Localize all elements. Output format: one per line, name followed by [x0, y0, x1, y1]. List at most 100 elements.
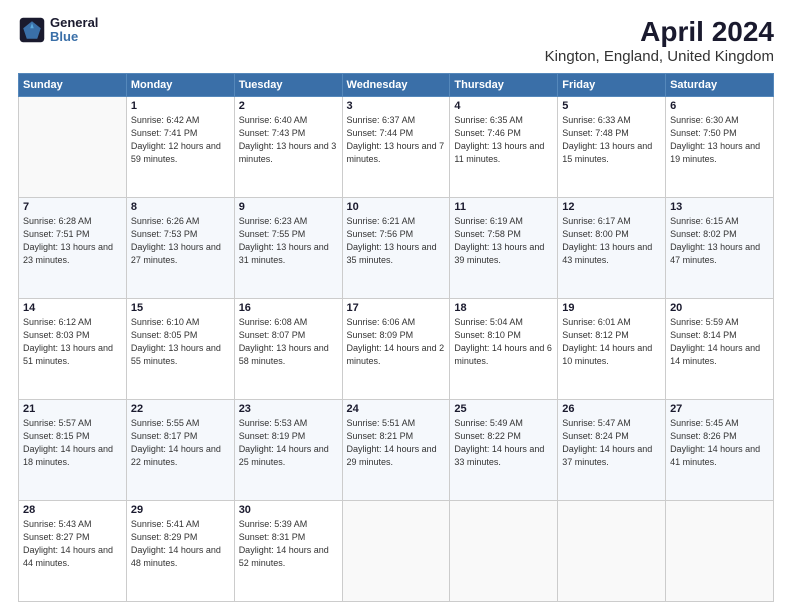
- calendar-cell: 3 Sunrise: 6:37 AMSunset: 7:44 PMDaylight…: [342, 97, 450, 198]
- day-info: Sunrise: 6:26 AMSunset: 7:53 PMDaylight:…: [131, 215, 230, 267]
- logo-text: General Blue: [50, 16, 98, 45]
- day-number: 19: [562, 302, 661, 314]
- day-number: 22: [131, 403, 230, 415]
- header-sunday: Sunday: [19, 74, 127, 97]
- day-info: Sunrise: 5:57 AMSunset: 8:15 PMDaylight:…: [23, 417, 122, 469]
- calendar-cell: 24Sunrise: 5:51 AMSunset: 8:21 PMDayligh…: [342, 400, 450, 501]
- day-info: Sunrise: 6:15 AMSunset: 8:02 PMDaylight:…: [670, 215, 769, 267]
- day-info: Sunrise: 6:37 AMSunset: 7:44 PMDaylight:…: [347, 114, 446, 166]
- day-number: 4: [454, 100, 553, 112]
- logo-line2: Blue: [50, 30, 98, 44]
- day-number: 15: [131, 302, 230, 314]
- header-tuesday: Tuesday: [234, 74, 342, 97]
- day-number: 30: [239, 504, 338, 516]
- calendar-week-row: 1 Sunrise: 6:42 AMSunset: 7:41 PMDaylight…: [19, 97, 774, 198]
- calendar-cell: 22 Sunrise: 5:55 AMSunset: 8:17 PMDayligh…: [126, 400, 234, 501]
- calendar-cell: 9Sunrise: 6:23 AMSunset: 7:55 PMDaylight…: [234, 198, 342, 299]
- calendar-cell: 10 Sunrise: 6:21 AMSunset: 7:56 PMDayligh…: [342, 198, 450, 299]
- calendar-cell: [19, 97, 127, 198]
- calendar-cell: 12 Sunrise: 6:17 AMSunset: 8:00 PMDayligh…: [558, 198, 666, 299]
- day-number: 3: [347, 100, 446, 112]
- calendar-cell: 2Sunrise: 6:40 AMSunset: 7:43 PMDaylight…: [234, 97, 342, 198]
- day-number: 9: [239, 201, 338, 213]
- day-number: 18: [454, 302, 553, 314]
- day-info: Sunrise: 6:42 AMSunset: 7:41 PMDaylight:…: [131, 114, 230, 166]
- calendar-cell: 21 Sunrise: 5:57 AMSunset: 8:15 PMDayligh…: [19, 400, 127, 501]
- day-number: 13: [670, 201, 769, 213]
- calendar-cell: 18Sunrise: 5:04 AMSunset: 8:10 PMDayligh…: [450, 299, 558, 400]
- logo-line1: General: [50, 16, 98, 30]
- calendar-cell: 4 Sunrise: 6:35 AMSunset: 7:46 PMDaylight…: [450, 97, 558, 198]
- day-info: Sunrise: 5:39 AMSunset: 8:31 PMDaylight:…: [239, 518, 338, 570]
- day-number: 11: [454, 201, 553, 213]
- day-info: Sunrise: 5:59 AMSunset: 8:14 PMDaylight:…: [670, 316, 769, 368]
- day-info: Sunrise: 5:55 AMSunset: 8:17 PMDaylight:…: [131, 417, 230, 469]
- header-saturday: Saturday: [666, 74, 774, 97]
- calendar-week-row: 21 Sunrise: 5:57 AMSunset: 8:15 PMDayligh…: [19, 400, 774, 501]
- day-info: Sunrise: 6:21 AMSunset: 7:56 PMDaylight:…: [347, 215, 446, 267]
- day-info: Sunrise: 5:43 AMSunset: 8:27 PMDaylight:…: [23, 518, 122, 570]
- day-number: 7: [23, 201, 122, 213]
- day-number: 1: [131, 100, 230, 112]
- day-info: Sunrise: 6:01 AMSunset: 8:12 PMDaylight:…: [562, 316, 661, 368]
- day-info: Sunrise: 5:51 AMSunset: 8:21 PMDaylight:…: [347, 417, 446, 469]
- day-number: 6: [670, 100, 769, 112]
- calendar-week-row: 7 Sunrise: 6:28 AMSunset: 7:51 PMDaylight…: [19, 198, 774, 299]
- calendar-subtitle: Kington, England, United Kingdom: [545, 48, 774, 65]
- day-info: Sunrise: 6:33 AMSunset: 7:48 PMDaylight:…: [562, 114, 661, 166]
- day-number: 8: [131, 201, 230, 213]
- calendar-cell: 11 Sunrise: 6:19 AMSunset: 7:58 PMDayligh…: [450, 198, 558, 299]
- calendar-cell: 13 Sunrise: 6:15 AMSunset: 8:02 PMDayligh…: [666, 198, 774, 299]
- day-number: 21: [23, 403, 122, 415]
- calendar-cell: 8 Sunrise: 6:26 AMSunset: 7:53 PMDaylight…: [126, 198, 234, 299]
- header: General Blue April 2024 Kington, England…: [18, 16, 774, 65]
- day-info: Sunrise: 5:45 AMSunset: 8:26 PMDaylight:…: [670, 417, 769, 469]
- calendar-cell: 26 Sunrise: 5:47 AMSunset: 8:24 PMDayligh…: [558, 400, 666, 501]
- calendar-week-row: 28 Sunrise: 5:43 AMSunset: 8:27 PMDayligh…: [19, 501, 774, 602]
- day-number: 26: [562, 403, 661, 415]
- day-info: Sunrise: 6:40 AMSunset: 7:43 PMDaylight:…: [239, 114, 338, 166]
- day-number: 17: [347, 302, 446, 314]
- day-number: 12: [562, 201, 661, 213]
- page: General Blue April 2024 Kington, England…: [0, 0, 792, 612]
- calendar-cell: [558, 501, 666, 602]
- day-info: Sunrise: 6:19 AMSunset: 7:58 PMDaylight:…: [454, 215, 553, 267]
- calendar-cell: 7 Sunrise: 6:28 AMSunset: 7:51 PMDaylight…: [19, 198, 127, 299]
- calendar-cell: [450, 501, 558, 602]
- calendar-cell: 17 Sunrise: 6:06 AMSunset: 8:09 PMDayligh…: [342, 299, 450, 400]
- calendar-cell: 5 Sunrise: 6:33 AMSunset: 7:48 PMDaylight…: [558, 97, 666, 198]
- calendar-cell: 20 Sunrise: 5:59 AMSunset: 8:14 PMDayligh…: [666, 299, 774, 400]
- calendar-cell: 14Sunrise: 6:12 AMSunset: 8:03 PMDayligh…: [19, 299, 127, 400]
- calendar-cell: 15 Sunrise: 6:10 AMSunset: 8:05 PMDayligh…: [126, 299, 234, 400]
- day-info: Sunrise: 6:28 AMSunset: 7:51 PMDaylight:…: [23, 215, 122, 267]
- day-info: Sunrise: 5:49 AMSunset: 8:22 PMDaylight:…: [454, 417, 553, 469]
- calendar-cell: 28 Sunrise: 5:43 AMSunset: 8:27 PMDayligh…: [19, 501, 127, 602]
- day-info: Sunrise: 6:06 AMSunset: 8:09 PMDaylight:…: [347, 316, 446, 368]
- header-wednesday: Wednesday: [342, 74, 450, 97]
- day-info: Sunrise: 6:12 AMSunset: 8:03 PMDaylight:…: [23, 316, 122, 368]
- day-info: Sunrise: 5:47 AMSunset: 8:24 PMDaylight:…: [562, 417, 661, 469]
- day-number: 10: [347, 201, 446, 213]
- header-monday: Monday: [126, 74, 234, 97]
- calendar-cell: [342, 501, 450, 602]
- header-thursday: Thursday: [450, 74, 558, 97]
- logo: General Blue: [18, 16, 98, 45]
- calendar-cell: 23 Sunrise: 5:53 AMSunset: 8:19 PMDayligh…: [234, 400, 342, 501]
- day-info: Sunrise: 6:10 AMSunset: 8:05 PMDaylight:…: [131, 316, 230, 368]
- calendar-header-row: Sunday Monday Tuesday Wednesday Thursday…: [19, 74, 774, 97]
- day-number: 28: [23, 504, 122, 516]
- calendar-cell: 19 Sunrise: 6:01 AMSunset: 8:12 PMDayligh…: [558, 299, 666, 400]
- day-number: 25: [454, 403, 553, 415]
- day-number: 20: [670, 302, 769, 314]
- day-number: 29: [131, 504, 230, 516]
- logo-icon: [18, 16, 46, 44]
- calendar-cell: 27 Sunrise: 5:45 AMSunset: 8:26 PMDayligh…: [666, 400, 774, 501]
- day-info: Sunrise: 6:35 AMSunset: 7:46 PMDaylight:…: [454, 114, 553, 166]
- day-number: 27: [670, 403, 769, 415]
- calendar-week-row: 14Sunrise: 6:12 AMSunset: 8:03 PMDayligh…: [19, 299, 774, 400]
- day-info: Sunrise: 5:53 AMSunset: 8:19 PMDaylight:…: [239, 417, 338, 469]
- day-number: 5: [562, 100, 661, 112]
- day-info: Sunrise: 6:17 AMSunset: 8:00 PMDaylight:…: [562, 215, 661, 267]
- day-number: 23: [239, 403, 338, 415]
- calendar-cell: 30 Sunrise: 5:39 AMSunset: 8:31 PMDayligh…: [234, 501, 342, 602]
